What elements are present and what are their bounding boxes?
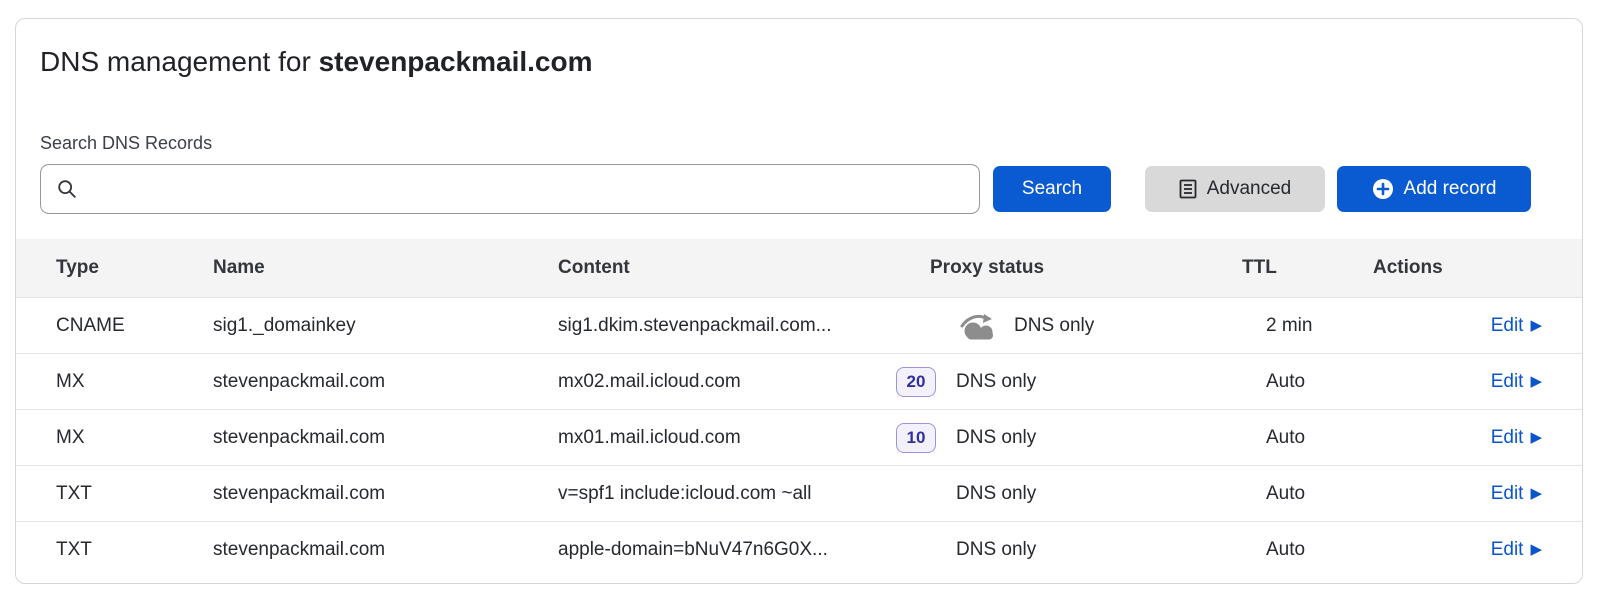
dns-management-card: DNS management for stevenpackmail.com Se…: [15, 18, 1583, 584]
record-proxy-cell: DNS only: [956, 427, 1226, 449]
search-button[interactable]: Search: [993, 166, 1111, 212]
record-type-cell: MX: [56, 427, 213, 449]
proxy-status-text: DNS only: [956, 371, 1036, 393]
record-proxy-cell: DNS only: [956, 371, 1226, 393]
record-content-cell: v=spf1 include:icloud.com ~all: [558, 483, 896, 505]
edit-link[interactable]: Edit ▶: [1491, 427, 1542, 449]
edit-link[interactable]: Edit ▶: [1491, 483, 1542, 505]
record-actions-cell: Edit ▶: [1373, 371, 1542, 393]
record-ttl-cell: Auto: [1226, 539, 1373, 561]
edit-arrow-icon: ▶: [1530, 430, 1542, 445]
column-header-content: Content: [558, 257, 896, 279]
domain-name: stevenpackmail.com: [319, 46, 593, 77]
proxy-status-text: DNS only: [956, 427, 1036, 449]
page-title-prefix: DNS management for: [40, 46, 319, 77]
proxy-status-text: DNS only: [956, 483, 1036, 505]
record-actions-cell: Edit ▶: [1373, 427, 1542, 449]
record-proxy-cell: DNS only: [956, 539, 1226, 561]
dns-only-cloud-icon: [956, 311, 1002, 341]
column-header-ttl: TTL: [1226, 257, 1373, 279]
priority-badge: 20: [896, 367, 936, 397]
search-icon: [56, 178, 78, 200]
record-ttl-cell: Auto: [1226, 371, 1373, 393]
priority-badge: 10: [896, 423, 936, 453]
edit-arrow-icon: ▶: [1530, 542, 1542, 557]
edit-arrow-icon: ▶: [1530, 374, 1542, 389]
plus-circle-icon: [1372, 178, 1394, 200]
table-row: MX stevenpackmail.com mx01.mail.icloud.c…: [16, 409, 1582, 465]
record-proxy-cell: DNS only: [956, 311, 1226, 341]
record-type-cell: CNAME: [56, 315, 213, 337]
column-header-type: Type: [56, 257, 213, 279]
record-name-cell: stevenpackmail.com: [213, 539, 558, 561]
table-body: CNAME sig1._domainkey sig1.dkim.stevenpa…: [16, 297, 1582, 577]
record-proxy-cell: DNS only: [956, 483, 1226, 505]
page-title: DNS management for stevenpackmail.com: [16, 19, 1582, 79]
table-row: TXT stevenpackmail.com v=spf1 include:ic…: [16, 465, 1582, 521]
search-label: Search DNS Records: [16, 133, 1582, 154]
record-content-cell: mx01.mail.icloud.com: [558, 427, 896, 449]
record-content-cell: sig1.dkim.stevenpackmail.com...: [558, 315, 896, 337]
record-actions-cell: Edit ▶: [1373, 539, 1542, 561]
edit-link[interactable]: Edit ▶: [1491, 315, 1542, 337]
table-row: TXT stevenpackmail.com apple-domain=bNuV…: [16, 521, 1582, 577]
record-actions-cell: Edit ▶: [1373, 483, 1542, 505]
record-name-cell: stevenpackmail.com: [213, 483, 558, 505]
record-type-cell: TXT: [56, 539, 213, 561]
table-row: CNAME sig1._domainkey sig1.dkim.stevenpa…: [16, 297, 1582, 353]
record-priority-cell: 20: [896, 367, 956, 397]
record-name-cell: sig1._domainkey: [213, 315, 558, 337]
table-row: MX stevenpackmail.com mx02.mail.icloud.c…: [16, 353, 1582, 409]
record-ttl-cell: 2 min: [1226, 315, 1373, 337]
edit-arrow-icon: ▶: [1530, 486, 1542, 501]
record-type-cell: MX: [56, 371, 213, 393]
record-type-cell: TXT: [56, 483, 213, 505]
record-ttl-cell: Auto: [1226, 427, 1373, 449]
table-header-row: Type Name Content Proxy status TTL Actio…: [16, 239, 1582, 297]
proxy-status-text: DNS only: [1014, 315, 1094, 337]
column-header-name: Name: [213, 257, 558, 279]
search-input[interactable]: [40, 164, 980, 214]
search-box: [40, 164, 980, 214]
record-priority-cell: 10: [896, 423, 956, 453]
proxy-status-text: DNS only: [956, 539, 1036, 561]
dns-records-table: Type Name Content Proxy status TTL Actio…: [16, 239, 1582, 577]
record-ttl-cell: Auto: [1226, 483, 1373, 505]
edit-link[interactable]: Edit ▶: [1491, 539, 1542, 561]
record-content-cell: apple-domain=bNuV47n6G0X...: [558, 539, 896, 561]
column-header-actions: Actions: [1373, 257, 1542, 279]
column-header-proxy-status: Proxy status: [896, 257, 1226, 279]
record-name-cell: stevenpackmail.com: [213, 371, 558, 393]
edit-link[interactable]: Edit ▶: [1491, 371, 1542, 393]
record-name-cell: stevenpackmail.com: [213, 427, 558, 449]
record-content-cell: mx02.mail.icloud.com: [558, 371, 896, 393]
record-actions-cell: Edit ▶: [1373, 315, 1542, 337]
search-toolbar: Search Advanced Add record: [16, 164, 1582, 214]
list-document-icon: [1179, 179, 1197, 199]
edit-arrow-icon: ▶: [1530, 318, 1542, 333]
add-record-button[interactable]: Add record: [1337, 166, 1531, 212]
advanced-button[interactable]: Advanced: [1145, 166, 1325, 212]
